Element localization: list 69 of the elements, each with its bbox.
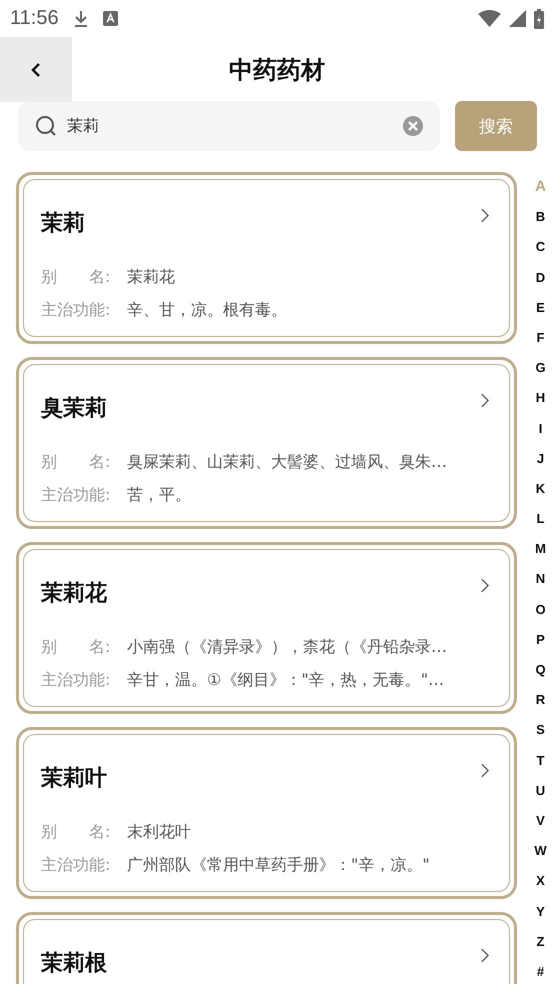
index-letter[interactable]: W [534,838,547,868]
field-label: 主治功能: [41,854,112,876]
herb-card[interactable]: 臭茉莉 别 名: 臭屎茉莉、山茉莉、大髻婆、过墙风、臭朱… 主治功能: 苦，平。 [16,357,517,529]
status-time: 11:56 [10,7,59,30]
index-letter[interactable]: G [535,355,546,386]
text-box-icon [102,11,118,26]
herb-name: 茉莉叶 [41,764,107,792]
index-letter[interactable]: F [536,324,544,356]
herb-name: 臭茉莉 [41,394,107,422]
chevron-right-icon [480,948,489,963]
battery-icon [534,8,544,28]
chevron-right-icon [480,208,489,223]
field-label: 主治功能: [41,669,112,691]
field-label: 别 名: [41,821,112,843]
index-letter[interactable]: Z [536,928,544,959]
index-letter[interactable]: S [536,717,545,748]
index-letter[interactable]: K [536,476,546,506]
herb-name: 茉莉根 [41,949,107,977]
search-input[interactable]: 茉莉 [65,116,395,136]
index-letter[interactable]: E [536,294,545,325]
index-letter[interactable]: N [536,566,546,597]
index-letter[interactable]: D [536,264,546,295]
herb-card[interactable]: 茉莉 别 名: 茉莉花 主治功能: 辛、甘，凉。根有毒。 [16,172,517,344]
index-letter[interactable]: # [536,958,544,984]
download-icon [72,10,89,28]
field-value: 苦，平。 [127,484,191,506]
field-value: 臭屎茉莉、山茉莉、大髻婆、过墙风、臭朱… [127,451,447,473]
index-letter[interactable]: T [536,748,544,778]
wifi-icon [478,10,501,27]
field-value: 辛甘，温。①《纲目》："辛，热，无毒。"… [127,669,444,691]
herb-card[interactable]: 茉莉根 [16,912,517,984]
field-label: 主治功能: [41,484,112,506]
index-letter[interactable]: V [536,808,545,838]
index-letter[interactable]: B [536,204,546,234]
field-value: 茉莉花 [127,266,175,288]
field-value: 广州部队《常用中草药手册》："辛，凉。" [127,854,430,876]
chevron-right-icon [480,393,489,408]
index-letter[interactable]: U [536,778,546,808]
index-letter[interactable]: P [536,626,545,657]
index-letter[interactable]: M [535,536,546,566]
herb-card[interactable]: 茉莉花 别 名: 小南强（《清异录》），柰花（《丹铅杂录… 主治功能: 辛甘，温。①《纲目》："辛，热，无毒。"… [16,542,517,714]
page-title: 中药药材 [229,56,325,86]
chevron-left-icon [31,62,41,78]
herb-name: 茉莉花 [41,579,107,607]
signal-icon [509,10,526,27]
field-label: 别 名: [41,636,112,658]
field-value: 小南强（《清异录》），柰花（《丹铅杂录… [127,636,447,658]
index-letter[interactable]: I [538,416,542,446]
index-letter[interactable]: O [535,596,546,627]
field-label: 别 名: [41,266,112,288]
field-value: 辛、甘，凉。根有毒。 [127,299,287,321]
index-letter[interactable]: X [536,868,545,898]
chevron-right-icon [480,578,489,593]
field-value: 末利花叶 [127,821,191,843]
index-letter[interactable]: H [536,385,546,416]
field-label: 别 名: [41,451,112,473]
search-field[interactable]: 茉莉 [18,101,440,151]
field-label: 主治功能: [41,299,112,321]
herb-name: 茉莉 [41,209,85,237]
chevron-right-icon [480,763,489,778]
index-letter[interactable]: Q [535,657,546,688]
index-letter[interactable]: J [536,446,544,476]
index-letter[interactable]: Y [536,898,545,929]
search-icon [35,115,57,137]
index-letter[interactable]: L [536,506,544,536]
herb-card[interactable]: 茉莉叶 别 名: 末利花叶 主治功能: 广州部队《常用中草药手册》："辛，凉。" [16,727,517,899]
index-letter[interactable]: R [536,687,546,718]
index-letter[interactable]: C [536,234,546,265]
clear-icon[interactable] [403,116,423,136]
